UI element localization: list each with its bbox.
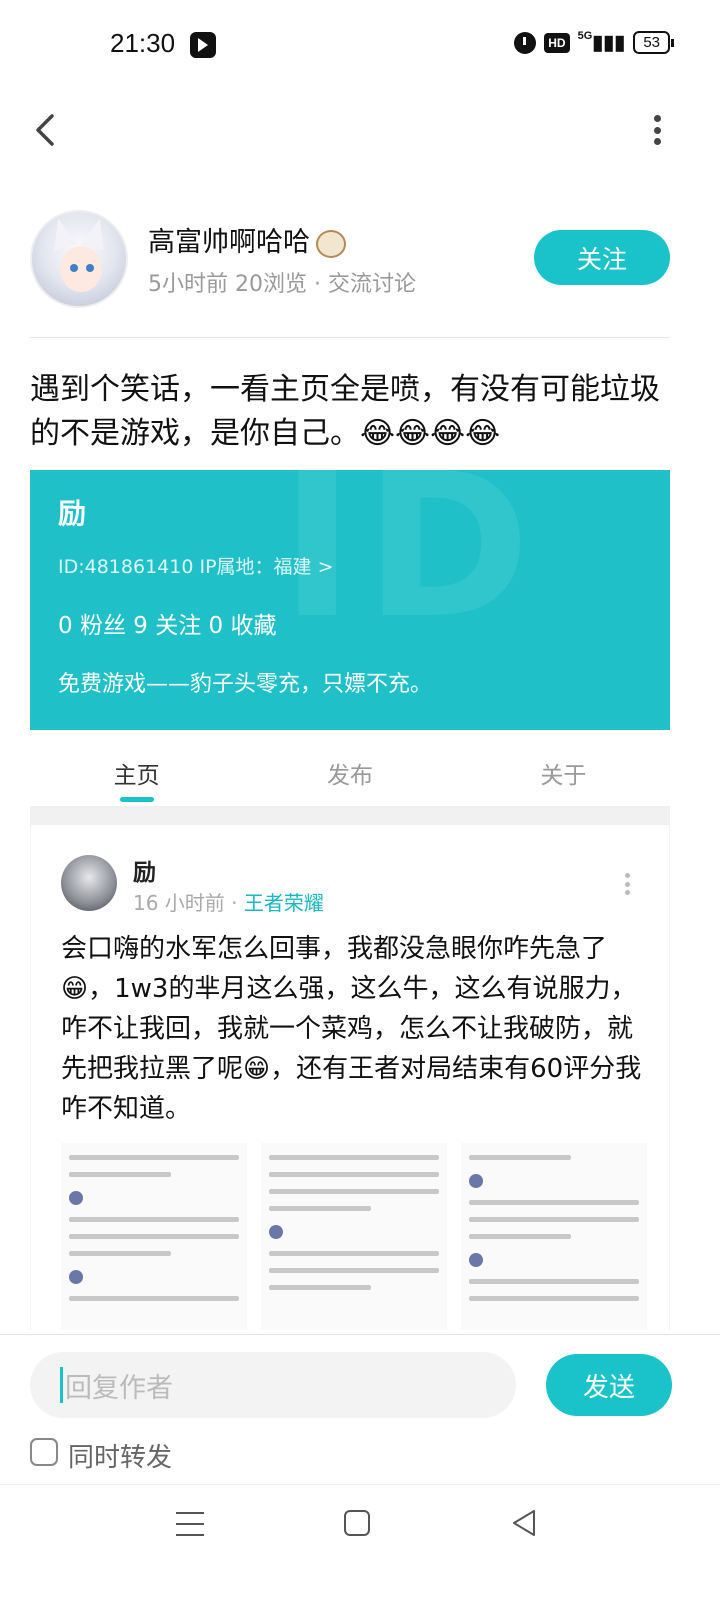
inner-post-game: 王者荣耀 [243, 891, 324, 915]
back-arrow-icon[interactable] [28, 110, 68, 150]
notification-app-icon [190, 32, 216, 58]
post-meta: 5小时前 20浏览 · 交流讨论 [148, 272, 416, 297]
send-button[interactable]: 发送 [546, 1354, 672, 1416]
tab-posts: 发布 [326, 763, 373, 789]
reply-input[interactable]: 回复作者 [30, 1352, 516, 1418]
inner-post-time: 16 小时前 [133, 891, 225, 915]
inner-post-meta: 16 小时前 · 王者荣耀 [133, 887, 324, 916]
follow-button[interactable]: 关注 [534, 230, 670, 285]
home-icon[interactable] [344, 1510, 370, 1536]
author-name-row[interactable]: 高富帅啊哈哈 [148, 220, 346, 259]
nav-back-icon[interactable] [510, 1508, 538, 1538]
post-image-inner-post[interactable]: 励 16 小时前 · 王者荣耀 会口嗨的水军怎么回事，我都没急眼你咋先急了😁，1… [30, 825, 670, 1330]
battery-icon: 53 [633, 31, 674, 54]
inner-author-name: 励 [133, 860, 156, 886]
divider [0, 1484, 720, 1485]
recent-apps-icon[interactable] [176, 1512, 204, 1536]
more-options-icon[interactable] [652, 115, 662, 145]
inner-post-text: 会口嗨的水军怎么回事，我都没急眼你咋先急了😁，1w3的芈月这么强，这么牛，这么有… [61, 934, 642, 1124]
author-badge-icon [316, 229, 346, 258]
status-indicators: HD 5G▮▮▮ 53 [514, 30, 674, 55]
profile-card: ID 励 ID:481861410 IP属地：福建 > 0 粉丝 9 关注 0 … [30, 470, 670, 730]
network-label: 5G [577, 30, 593, 42]
section-gap [30, 808, 670, 825]
author-name[interactable]: 高富帅啊哈哈 [148, 227, 310, 258]
status-bar: 21:30 HD 5G▮▮▮ 53 [0, 0, 720, 90]
profile-stats: 0 粉丝 9 关注 0 收藏 [58, 613, 277, 639]
thumbnail-image [61, 1143, 247, 1330]
profile-bio: 免费游戏——豹子头零充，只嫖不充。 [58, 672, 433, 697]
hd-icon: HD [544, 32, 570, 53]
status-time: 21:30 [110, 28, 176, 58]
alarm-icon [514, 31, 537, 54]
post-text: 遇到个笑话，一看主页全是喷，有没有可能垃圾的不是游戏，是你自己。😂😂😂😂 [30, 372, 660, 451]
inner-image-thumbnails [61, 1143, 647, 1330]
repost-label[interactable]: 同时转发 [68, 1437, 172, 1474]
divider [30, 337, 670, 338]
profile-tabs: 主页 发布 关于 [30, 730, 670, 808]
tab-home: 主页 [30, 730, 243, 806]
tab-about: 关于 [540, 763, 587, 789]
inner-meta-separator: · [224, 891, 244, 915]
post-image-profile[interactable]: ID 励 ID:481861410 IP属地：福建 > 0 粉丝 9 关注 0 … [30, 470, 670, 825]
profile-id-location: ID:481861410 IP属地：福建 > [58, 556, 334, 578]
thumbnail-image [461, 1143, 647, 1330]
inner-more-icon [625, 873, 631, 895]
divider [0, 1334, 720, 1335]
author-avatar[interactable] [30, 210, 128, 308]
inner-author-avatar [61, 855, 117, 911]
signal-icon: 5G▮▮▮ [577, 30, 626, 54]
repost-checkbox[interactable] [30, 1438, 58, 1466]
thumbnail-image [261, 1143, 447, 1330]
profile-name: 励 [58, 497, 87, 530]
